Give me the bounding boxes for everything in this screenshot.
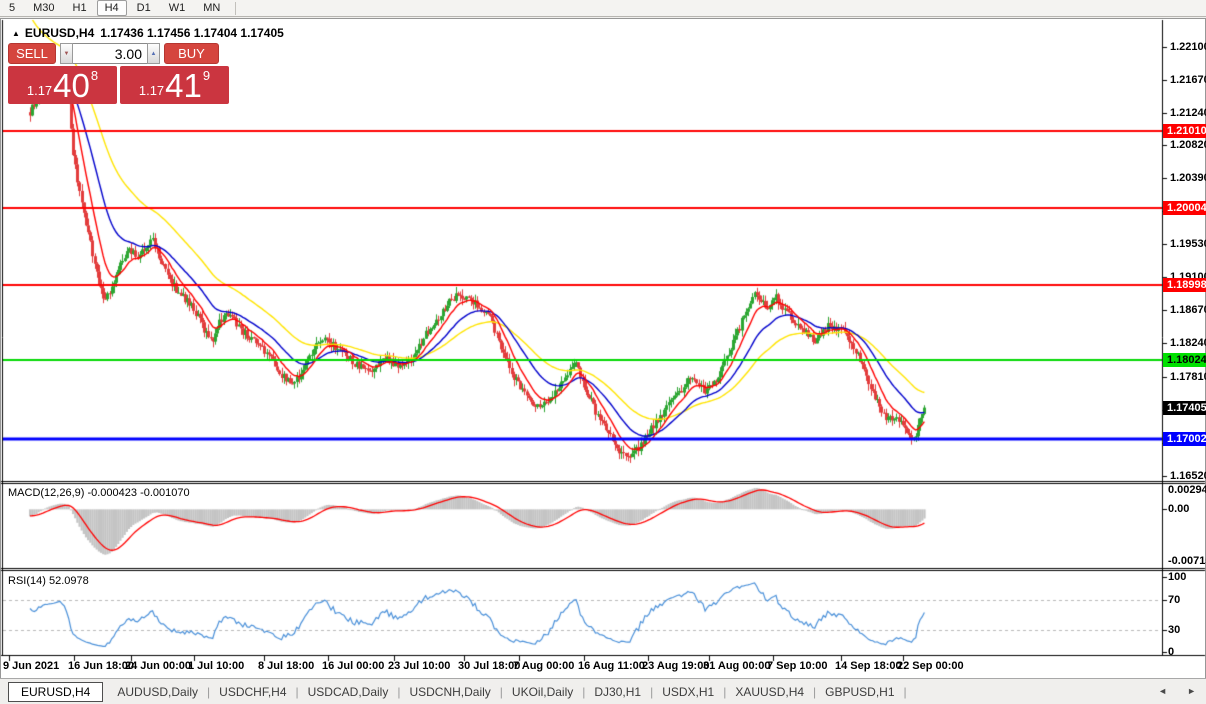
spin-down-icon: ▼ xyxy=(64,51,70,57)
one-click-trading-panel: SELL ▼ ▲ BUY 1.17 40 8 1.17 41 9 xyxy=(8,43,229,104)
collapse-triangle-icon[interactable]: ▲ xyxy=(12,29,20,38)
buy-price-prefix: 1.17 xyxy=(139,83,164,98)
buy-price-sup: 9 xyxy=(203,68,210,83)
sell-price-box[interactable]: 1.17 40 8 xyxy=(8,66,117,104)
timeframe-h1[interactable]: H1 xyxy=(65,0,95,16)
chart-title-symbol: EURUSD,H4 xyxy=(25,26,94,40)
rsi-axis-tick: 0 xyxy=(1168,646,1174,658)
price-axis-tick: 1.20390 xyxy=(1170,172,1206,184)
tabs-scroll-right-icon[interactable]: ► xyxy=(1187,686,1196,696)
tab-ukoil-daily[interactable]: UKOil,Daily xyxy=(503,683,582,701)
timeframe-d1[interactable]: D1 xyxy=(129,0,159,16)
time-axis-label: 16 Aug 11:00 xyxy=(578,660,645,672)
trade-panel-price-row: 1.17 40 8 1.17 41 9 xyxy=(8,66,229,104)
tab-usdchf-h4[interactable]: USDCHF,H4 xyxy=(210,683,295,701)
volume-decrease-button[interactable]: ▼ xyxy=(60,43,73,64)
time-axis-label: 24 Jun 00:00 xyxy=(125,660,191,672)
toolbar-separator xyxy=(235,2,236,15)
spin-up-icon: ▲ xyxy=(151,51,157,57)
tab-dj30-h1[interactable]: DJ30,H1 xyxy=(585,683,650,701)
tab-scroll-arrows: ◄ ► xyxy=(1158,686,1196,696)
time-axis-label: 9 Jun 2021 xyxy=(3,660,59,672)
time-axis-label: 1 Jul 10:00 xyxy=(188,660,244,672)
timeframe-mn[interactable]: MN xyxy=(195,0,228,16)
trade-panel-top-row: SELL ▼ ▲ BUY xyxy=(8,43,229,64)
time-axis-label: 23 Aug 19:00 xyxy=(642,660,709,672)
hline-price-label: 1.21010 xyxy=(1163,124,1206,138)
tab-xauusd-h4[interactable]: XAUUSD,H4 xyxy=(726,683,813,701)
macd-axis-tick: 0.002947 xyxy=(1168,484,1206,496)
price-axis-tick: 1.21240 xyxy=(1170,107,1206,119)
current-price-label: 1.17405 xyxy=(1163,401,1206,415)
tab-usdcnh-daily[interactable]: USDCNH,Daily xyxy=(400,683,499,701)
macd-axis-tick: 0.00 xyxy=(1168,503,1189,515)
time-axis-label: 30 Jul 18:00 xyxy=(458,660,520,672)
rsi-label: RSI(14) 52.0978 xyxy=(8,575,89,587)
chart-title: ▲ EURUSD,H4 1.17436 1.17456 1.17404 1.1740… xyxy=(12,26,284,40)
time-axis-label: 22 Sep 00:00 xyxy=(897,660,964,672)
tabs-scroll-left-icon[interactable]: ◄ xyxy=(1158,686,1167,696)
tab-audusd-daily[interactable]: AUDUSD,Daily xyxy=(108,683,207,701)
price-axis-tick: 1.19530 xyxy=(1170,238,1206,250)
timeframe-m30[interactable]: M30 xyxy=(25,0,62,16)
price-axis-tick: 1.16520 xyxy=(1170,470,1206,482)
time-axis-label: 7 Aug 00:00 xyxy=(513,660,574,672)
timeframe-5[interactable]: 5 xyxy=(1,0,23,16)
volume-increase-button[interactable]: ▲ xyxy=(147,43,160,64)
price-chart-canvas[interactable] xyxy=(0,18,1206,704)
sell-price-sup: 8 xyxy=(91,68,98,83)
hline-price-label: 1.17002 xyxy=(1163,432,1206,446)
tab-usdx-h1[interactable]: USDX,H1 xyxy=(653,683,723,701)
tab-eurusd-h4[interactable]: EURUSD,H4 xyxy=(8,682,103,702)
price-axis-tick: 1.18240 xyxy=(1170,337,1206,349)
chart-tab-bar: EURUSD,H4AUDUSD,Daily|USDCHF,H4|USDCAD,D… xyxy=(0,678,1206,704)
chart-title-quotes: 1.17436 1.17456 1.17404 1.17405 xyxy=(100,26,284,40)
price-axis-tick: 1.18670 xyxy=(1170,304,1206,316)
sell-price-prefix: 1.17 xyxy=(27,83,52,98)
sell-price-big: 40 xyxy=(53,70,90,102)
hline-price-label: 1.18024 xyxy=(1163,353,1206,367)
time-axis-label: 14 Sep 18:00 xyxy=(835,660,902,672)
tab-separator: | xyxy=(904,685,907,699)
buy-button[interactable]: BUY xyxy=(164,43,219,64)
tab-gbpusd-h1[interactable]: GBPUSD,H1 xyxy=(816,683,903,701)
price-axis-tick: 1.21670 xyxy=(1170,74,1206,86)
sell-button[interactable]: SELL xyxy=(8,43,56,64)
time-axis-label: 8 Jul 18:00 xyxy=(258,660,314,672)
price-axis-tick: 1.20820 xyxy=(1170,139,1206,151)
volume-input[interactable] xyxy=(73,43,147,64)
time-axis-label: 23 Jul 10:00 xyxy=(388,660,450,672)
time-axis-label: 7 Sep 10:00 xyxy=(767,660,828,672)
timeframe-w1[interactable]: W1 xyxy=(161,0,194,16)
buy-price-big: 41 xyxy=(165,70,202,102)
timeframe-h4[interactable]: H4 xyxy=(97,0,127,16)
buy-price-box[interactable]: 1.17 41 9 xyxy=(120,66,229,104)
timeframe-toolbar: 5M30H1H4D1W1MN xyxy=(0,0,1206,17)
hline-price-label: 1.20004 xyxy=(1163,201,1206,215)
time-axis-label: 16 Jul 00:00 xyxy=(322,660,384,672)
price-axis-tick: 1.17810 xyxy=(1170,371,1206,383)
macd-label: MACD(12,26,9) -0.000423 -0.001070 xyxy=(8,487,190,499)
price-axis-tick: 1.22100 xyxy=(1170,41,1206,53)
rsi-axis-tick: 30 xyxy=(1168,624,1180,636)
macd-axis-tick: -0.00715 xyxy=(1168,555,1206,567)
time-axis-label: 31 Aug 00:00 xyxy=(703,660,770,672)
rsi-axis-tick: 100 xyxy=(1168,571,1186,583)
rsi-axis-tick: 70 xyxy=(1168,594,1180,606)
hline-price-label: 1.18998 xyxy=(1163,278,1206,292)
tab-usdcad-daily[interactable]: USDCAD,Daily xyxy=(299,683,398,701)
